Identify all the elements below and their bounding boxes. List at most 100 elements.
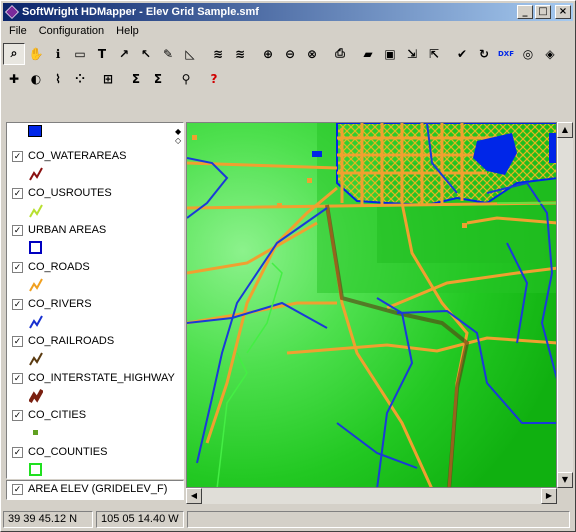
open-folder-button[interactable]: ▰ bbox=[357, 43, 379, 65]
elevation-layer-checkbox[interactable]: ✓ bbox=[12, 484, 23, 495]
info-button[interactable]: ℹ bbox=[47, 43, 69, 65]
help-button[interactable]: ? bbox=[203, 68, 225, 90]
layer-name-label: CO_WATERAREAS bbox=[28, 150, 127, 162]
import-button[interactable]: ⇲ bbox=[401, 43, 423, 65]
profile-icon: ◺ bbox=[185, 46, 195, 61]
legend-layer-row[interactable]: ✓ CO_RAILROADS bbox=[11, 335, 181, 370]
sum-edit-icon: Σ bbox=[153, 71, 163, 86]
window-title: SoftWright HDMapper - Elev Grid Sample.s… bbox=[22, 6, 259, 18]
sum-button[interactable]: Σ bbox=[125, 68, 147, 90]
layer-symbol-icon bbox=[29, 315, 43, 329]
scroll-down-button[interactable]: ▼ bbox=[557, 472, 573, 488]
layer-visibility-checkbox[interactable]: ✓ bbox=[12, 188, 23, 199]
dxf-icon: DXF bbox=[498, 49, 514, 58]
legend-layer-row[interactable]: ✓ CO_RIVERS bbox=[11, 298, 181, 333]
title-bar[interactable]: SoftWright HDMapper - Elev Grid Sample.s… bbox=[3, 3, 573, 21]
layer-name-label: URBAN AREAS bbox=[28, 224, 107, 236]
latitude-readout: 39 39 45.12 N bbox=[3, 510, 93, 528]
scatter-points-button[interactable]: ⁘ bbox=[69, 68, 91, 90]
window-icon: ⊞ bbox=[102, 71, 114, 86]
check-layer-button[interactable]: ✔ bbox=[451, 43, 473, 65]
export-icon: ⇱ bbox=[428, 46, 440, 61]
legend-layer-row[interactable]: ✓ CO_ROADS bbox=[11, 261, 181, 296]
pan-hand-button[interactable]: ✋ bbox=[25, 43, 47, 65]
layers-button[interactable]: ≋ bbox=[207, 43, 229, 65]
layer-name-label: CO_COUNTIES bbox=[28, 446, 108, 458]
target-button[interactable]: ◎ bbox=[517, 43, 539, 65]
pick-point-icon: ✎ bbox=[162, 46, 174, 61]
coverage-icon: ◐ bbox=[30, 71, 42, 86]
map-canvas[interactable] bbox=[186, 122, 557, 488]
layer-visibility-checkbox[interactable]: ✓ bbox=[12, 299, 23, 310]
path-icon: ⌇ bbox=[55, 71, 61, 86]
status-bar: 39 39 45.12 N 105 05 14.40 W bbox=[3, 509, 573, 529]
legend-layer-row[interactable]: ✓ CO_INTERSTATE_HIGHWAY bbox=[11, 372, 181, 407]
menu-help[interactable]: Help bbox=[110, 25, 145, 37]
zoom-cancel-icon: ⊗ bbox=[306, 46, 318, 61]
wrench-button[interactable]: ⚲ bbox=[175, 68, 197, 90]
window-button[interactable]: ⊞ bbox=[97, 68, 119, 90]
layer-visibility-checkbox[interactable]: ✓ bbox=[12, 225, 23, 236]
layer-visibility-checkbox[interactable]: ✓ bbox=[12, 336, 23, 347]
export-button[interactable]: ⇱ bbox=[423, 43, 445, 65]
pick-point-button[interactable]: ✎ bbox=[157, 43, 179, 65]
path-button[interactable]: ⌇ bbox=[47, 68, 69, 90]
scroll-up-button[interactable]: ▲ bbox=[557, 122, 573, 138]
add-site-button[interactable]: ✚ bbox=[3, 68, 25, 90]
layer-visibility-checkbox[interactable]: ✓ bbox=[12, 373, 23, 384]
main-toolbar: ⌕ ✋ ℹ ▭ T ↗ ↖ ✎ ◺ ≋ ≋ ⊕ ⊖ ⊗ ⎙ ▰ ▣ ⇲ ⇱ ✔ ↻ DXF ◎ ◈ bbox=[3, 42, 561, 65]
menu-configuration[interactable]: Configuration bbox=[33, 25, 110, 37]
layer-symbol-icon bbox=[29, 167, 43, 181]
zoom-tool-icon: ⌕ bbox=[10, 46, 18, 60]
profile-button[interactable]: ◺ bbox=[179, 43, 201, 65]
measure-line-button[interactable]: ↗ bbox=[113, 43, 135, 65]
elevation-map bbox=[187, 123, 556, 487]
color-map-button[interactable]: ◈ bbox=[539, 43, 561, 65]
add-site-icon: ✚ bbox=[8, 71, 20, 86]
scroll-right-button[interactable]: ▶ bbox=[541, 488, 557, 504]
refresh-layer-icon: ↻ bbox=[478, 46, 490, 61]
save-button[interactable]: ▣ bbox=[379, 43, 401, 65]
scroll-left-button[interactable]: ◀ bbox=[186, 488, 202, 504]
save-icon: ▣ bbox=[384, 46, 396, 61]
zoom-out-button[interactable]: ⊖ bbox=[279, 43, 301, 65]
zoom-out-icon: ⊖ bbox=[284, 46, 296, 61]
legend-layer-row[interactable]: ✓ CO_WATERAREAS bbox=[11, 150, 181, 185]
layer-visibility-checkbox[interactable]: ✓ bbox=[12, 447, 23, 458]
layer-visibility-checkbox[interactable]: ✓ bbox=[12, 151, 23, 162]
elevation-layer-row[interactable]: ✓ AREA ELEV (GRIDELEV_F) bbox=[6, 480, 184, 500]
layer-name-label: CO_RAILROADS bbox=[28, 335, 115, 347]
zoom-cancel-button[interactable]: ⊗ bbox=[301, 43, 323, 65]
legend-layer-row[interactable]: ✓ CO_USROUTES bbox=[11, 187, 181, 222]
menu-file[interactable]: File bbox=[3, 25, 33, 37]
map-horizontal-scrollbar[interactable]: ◀ ▶ bbox=[186, 488, 557, 504]
layer-legend: ◆ ◇ ✓ CO_WATERAREAS ✓ CO_USROUTES ✓ URBAN AREA… bbox=[6, 122, 184, 479]
maximize-button[interactable]: □ bbox=[535, 5, 551, 19]
status-message bbox=[187, 510, 570, 528]
layer-visibility-checkbox[interactable]: ✓ bbox=[12, 410, 23, 421]
zoom-in-icon: ⊕ bbox=[262, 46, 274, 61]
legend-layer-row[interactable]: ✓ URBAN AREAS bbox=[11, 224, 181, 259]
print-button[interactable]: ⎙ bbox=[329, 43, 351, 65]
coverage-button[interactable]: ◐ bbox=[25, 68, 47, 90]
zoom-in-button[interactable]: ⊕ bbox=[257, 43, 279, 65]
water-fill-swatch bbox=[28, 125, 42, 137]
layer-symbol-icon bbox=[28, 389, 44, 403]
map-vertical-scrollbar[interactable]: ▲ ▼ bbox=[557, 122, 573, 488]
legend-scroll-arrows[interactable]: ◆ ◇ bbox=[175, 127, 181, 145]
select-arrow-icon: ↖ bbox=[140, 46, 152, 61]
refresh-layer-button[interactable]: ↻ bbox=[473, 43, 495, 65]
zoom-tool-button[interactable]: ⌕ bbox=[3, 42, 25, 65]
select-arrow-button[interactable]: ↖ bbox=[135, 43, 157, 65]
minimize-button[interactable]: _ bbox=[517, 5, 533, 19]
label-button[interactable]: ▭ bbox=[69, 43, 91, 65]
dxf-button[interactable]: DXF bbox=[495, 43, 517, 65]
layers-edit-button[interactable]: ≋ bbox=[229, 43, 251, 65]
layer-visibility-checkbox[interactable]: ✓ bbox=[12, 262, 23, 273]
text-tool-button[interactable]: T bbox=[91, 43, 113, 65]
legend-layer-row[interactable]: ✓ CO_CITIES bbox=[11, 409, 181, 444]
legend-layer-row[interactable]: ✓ CO_COUNTIES bbox=[11, 446, 181, 478]
help-icon: ? bbox=[210, 71, 218, 86]
close-button[interactable]: × bbox=[555, 5, 571, 19]
sum-edit-button[interactable]: Σ bbox=[147, 68, 169, 90]
